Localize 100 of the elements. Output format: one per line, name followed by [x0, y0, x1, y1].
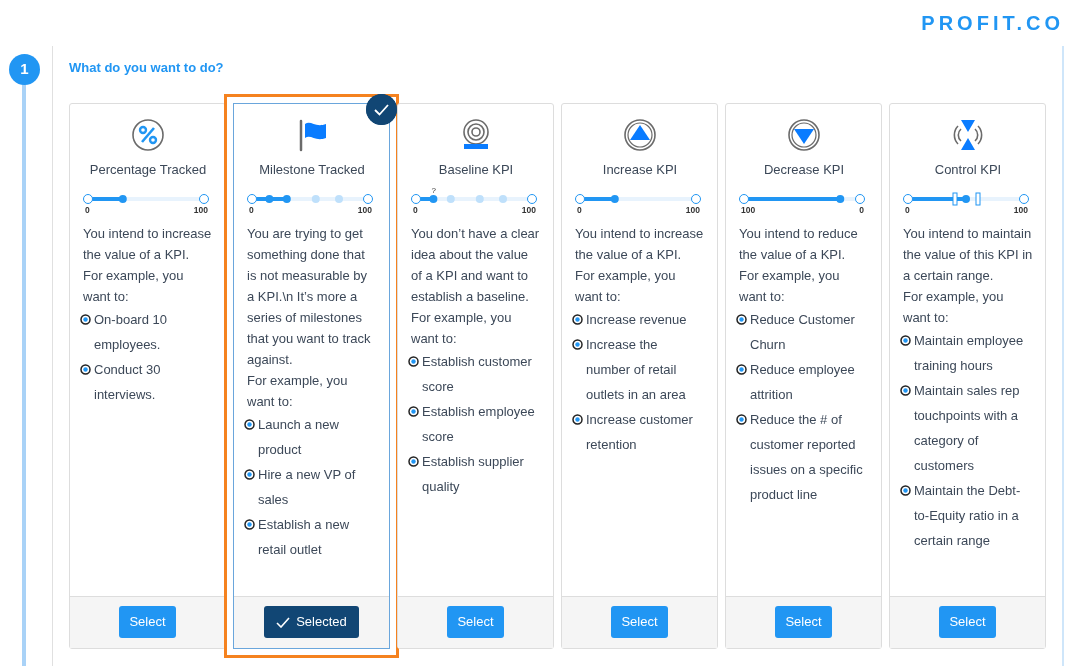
- example-text: Establish customer score: [422, 353, 533, 396]
- option-card[interactable]: Increase KPI 0 100 You intend to increase the value of a KPI. For example, you want to: Increase revenue Increase the number of retail outlets in an area Increase customer retention Select: [561, 102, 718, 649]
- scale-end: [527, 194, 537, 204]
- example-intro: For example, you want to:: [411, 309, 513, 348]
- example-intro: For example, you want to:: [575, 267, 677, 306]
- scale-marker-label: ?: [431, 186, 436, 195]
- milestone-dot: [429, 195, 438, 203]
- example-intro: For example, you want to:: [247, 372, 349, 411]
- selected-check-badge: [366, 93, 397, 125]
- example-text: Maintain employee training hours: [914, 332, 1025, 375]
- scale-thumb: [836, 195, 845, 203]
- bullet-icon: [736, 364, 747, 375]
- option-title: Increase KPI: [601, 160, 679, 179]
- scale-end-label: 100: [685, 205, 700, 215]
- milestone-dot: [335, 195, 343, 203]
- option-title: Baseline KPI: [437, 160, 515, 179]
- scale-end: [691, 194, 701, 204]
- example-text: Reduce the # of customer reported issues on a specific product line: [750, 411, 864, 504]
- range-bound: [952, 192, 958, 206]
- option-card[interactable]: Percentage Tracked 0 100 You intend to increase the value of a KPI. For example, you want to: On-board 10 employees. Conduct 30 interviews. Select: [69, 102, 226, 649]
- select-button[interactable]: Select: [775, 606, 832, 638]
- bullet-icon: [244, 469, 255, 480]
- scale-end: [739, 194, 749, 204]
- logo: PROFIT.CO: [921, 11, 1064, 36]
- scale-end: [1019, 194, 1029, 204]
- example-intro: For example, you want to:: [903, 288, 1005, 327]
- scale-end: [855, 194, 865, 204]
- option-description: You don’t have a clear idea about the value of a KPI and want to establish a baseline.: [411, 225, 541, 306]
- range-bound: [975, 192, 981, 206]
- scale-start-label: 0: [249, 205, 254, 215]
- option-title: Milestone Tracked: [258, 160, 366, 179]
- option-description: You intend to maintain the value of this KPI in a certain range.: [903, 225, 1033, 285]
- example-text: On-board 10 employees.: [94, 311, 168, 354]
- scale-start-label: 100: [741, 205, 756, 215]
- scale-start-label: 0: [905, 205, 910, 215]
- bullet-icon: [244, 519, 255, 530]
- option-title: Control KPI: [933, 160, 1003, 179]
- bullet-icon: [572, 339, 583, 350]
- scale-start-label: 0: [85, 205, 90, 215]
- select-button[interactable]: Selected: [264, 606, 359, 638]
- bullet-icon: [900, 335, 911, 346]
- bullet-icon: [900, 385, 911, 396]
- bullet-icon: [80, 364, 91, 375]
- scale-end: [199, 194, 209, 204]
- scale-end-label: 100: [521, 205, 536, 215]
- milestone-dot: [475, 195, 484, 203]
- example-text: Launch a new product: [258, 416, 340, 459]
- hourglass-icon: [951, 117, 985, 152]
- select-button[interactable]: Select: [611, 606, 668, 638]
- scale-thumb: [610, 195, 619, 203]
- milestone-dot: [446, 195, 455, 203]
- select-button[interactable]: Select: [119, 606, 176, 638]
- scale-end: [83, 194, 93, 204]
- bullet-icon: [572, 414, 583, 425]
- option-description: You are trying to get something done that is not measurable by a KPI.\n It’s more a series of milestones that you want to track against.: [247, 225, 372, 369]
- scale-thumb: [962, 195, 970, 203]
- example-text: Establish employee score: [422, 403, 536, 446]
- scale-end: [411, 194, 421, 204]
- option-title: Percentage Tracked: [88, 160, 208, 179]
- example-text: Maintain the Debt-to-Equity ratio in a certain range: [914, 482, 1022, 550]
- milestone-dot: [265, 195, 274, 203]
- select-button[interactable]: Select: [447, 606, 504, 638]
- bullet-icon: [80, 314, 91, 325]
- scale-end: [247, 194, 257, 204]
- example-text: Increase the number of retail outlets in an area: [586, 336, 687, 404]
- scale-start-label: 0: [577, 205, 582, 215]
- bullet-icon: [572, 314, 583, 325]
- example-intro: For example, you want to:: [83, 267, 185, 306]
- bullet-icon: [900, 485, 911, 496]
- select-button[interactable]: Select: [939, 606, 996, 638]
- milestone-dot: [499, 195, 507, 203]
- bullet-icon: [736, 414, 747, 425]
- bullet-icon: [736, 314, 747, 325]
- scale-end-label: 100: [193, 205, 208, 215]
- example-intro: For example, you want to:: [739, 267, 841, 306]
- scale-thumb: [118, 195, 127, 203]
- option-description: You intend to increase the value of a KPI.: [575, 225, 705, 264]
- percent-icon: [131, 117, 165, 152]
- scale-end-label: 100: [1013, 205, 1028, 215]
- option-description: You intend to increase the value of a KPI.: [83, 225, 213, 264]
- example-text: Reduce Customer Churn: [750, 311, 856, 354]
- bullet-icon: [408, 406, 419, 417]
- example-text: Maintain sales rep touchpoints with a category of customers: [914, 382, 1021, 475]
- step-title: What do you want to do?: [69, 59, 225, 77]
- example-text: Increase customer retention: [586, 411, 694, 454]
- bullet-icon: [408, 456, 419, 467]
- bullet-icon: [408, 356, 419, 367]
- example-text: Increase revenue: [586, 311, 687, 329]
- bullet-icon: [244, 419, 255, 430]
- milestone-dot: [282, 195, 291, 203]
- option-description: You intend to reduce the value of a KPI.: [739, 225, 859, 264]
- scale-end: [903, 194, 913, 204]
- scale-end: [363, 194, 373, 204]
- example-text: Reduce employee attrition: [750, 361, 856, 404]
- option-title: Decrease KPI: [762, 160, 846, 179]
- example-text: Establish a new retail outlet: [258, 516, 351, 559]
- scale-start-label: 0: [413, 205, 418, 215]
- step-number: 1: [9, 54, 40, 85]
- scale-end-label: 100: [357, 205, 372, 215]
- example-text: Conduct 30 interviews.: [94, 361, 162, 404]
